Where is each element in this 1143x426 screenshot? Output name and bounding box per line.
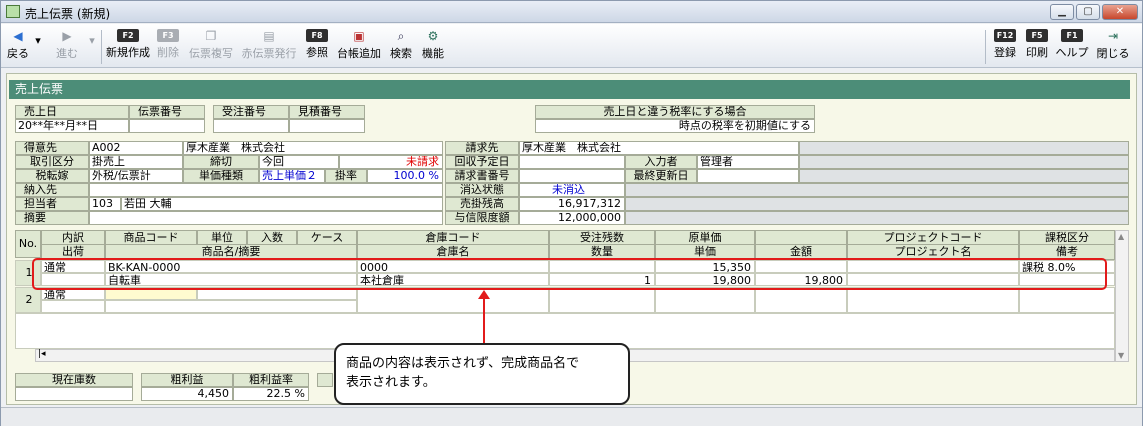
slip-number-input[interactable] xyxy=(129,119,205,133)
delivery-input[interactable] xyxy=(89,183,443,197)
invoice-number xyxy=(519,169,625,183)
tax-rate-select[interactable]: 時点の税率を初期値にする xyxy=(535,119,815,133)
last-updated xyxy=(697,169,799,183)
search-button[interactable]: ⌕ 検索 xyxy=(387,26,415,66)
callout-line-1: 商品の内容は表示されず、完成商品名で xyxy=(346,356,580,371)
staff-label[interactable]: 担当者 xyxy=(15,197,89,211)
credit-limit-value: 12,000,000 xyxy=(519,211,625,225)
title-bar: 売上伝票 (新規) ▁ ▢ ✕ xyxy=(1,1,1142,23)
gross-profit-label: 粗利益 xyxy=(141,373,233,387)
highlight-box xyxy=(32,258,1107,290)
exit-icon: ⇥ xyxy=(1107,29,1119,43)
sales-date-input[interactable]: 20**年**月**日 xyxy=(15,119,129,133)
vertical-scrollbar[interactable]: ▲ ▼ xyxy=(1115,230,1129,362)
section-header: 売上伝票 xyxy=(9,80,1130,99)
app-icon xyxy=(6,5,20,18)
delete-button[interactable]: F3 削除 xyxy=(153,26,183,66)
staff-name: 若田 大輔 xyxy=(121,197,443,211)
delivery-label[interactable]: 納入先 xyxy=(15,183,89,197)
entry-user: 管理者 xyxy=(697,155,799,169)
customer-code-input[interactable]: A002 xyxy=(89,141,183,155)
minimize-button[interactable]: ▁ xyxy=(1050,4,1074,20)
sales-date-label[interactable]: 売上日 xyxy=(15,105,129,119)
estimate-number-label[interactable]: 見積番号 xyxy=(289,105,365,119)
credit-limit-label: 与信限度額 xyxy=(445,211,519,225)
rate-label: 掛率 xyxy=(325,169,367,183)
order-number-label[interactable]: 受注番号 xyxy=(213,105,289,119)
stock-value xyxy=(15,387,133,401)
help-button[interactable]: F1 ヘルプ xyxy=(1055,26,1089,66)
settle-status-label: 消込状態 xyxy=(445,183,519,197)
balance-value: 16,917,312 xyxy=(519,197,625,211)
app-window: 売上伝票 (新規) ▁ ▢ ✕ ◀ 戻る ▾ ▶ 進む ▾ F2 新規作成 F3 削除 … xyxy=(0,0,1143,426)
tax-transfer-label: 税転嫁 xyxy=(15,169,89,183)
invoice-number-label: 請求書番号 xyxy=(445,169,519,183)
copy-slip-button[interactable]: ❐ 伝票複写 xyxy=(187,26,235,66)
callout-line-2: 表示されます。 xyxy=(346,375,436,390)
red-slip-icon: ▤ xyxy=(263,29,275,43)
search-icon: ⌕ xyxy=(397,29,405,43)
toolbar: ◀ 戻る ▾ ▶ 進む ▾ F2 新規作成 F3 削除 ❐ 伝票複写 ▤ 赤伝票発行 F8 参… xyxy=(1,24,1142,68)
back-button[interactable]: ◀ 戻る xyxy=(5,26,31,66)
tax-rate-label: 売上日と違う税率にする場合 xyxy=(535,105,815,119)
customer-label[interactable]: 得意先 xyxy=(15,141,89,155)
arrow-line xyxy=(483,297,485,347)
trade-type-select[interactable]: 掛売上 xyxy=(89,155,183,169)
scroll-left-icon[interactable]: |◂ xyxy=(38,349,46,359)
summary-input[interactable] xyxy=(89,211,443,225)
save-button[interactable]: F12 登録 xyxy=(991,26,1019,66)
back-arrow-icon: ◀ xyxy=(13,29,23,43)
gross-rate-label: 粗利益率 xyxy=(233,373,309,387)
staff-code-input[interactable]: 103 xyxy=(89,197,121,211)
ledger-add-button[interactable]: ▣ 台帳追加 xyxy=(335,26,383,66)
close-button[interactable]: ⇥ 閉じる xyxy=(1093,26,1133,66)
customer-name: 厚木産業 株式会社 xyxy=(183,141,443,155)
closing-label: 締切 xyxy=(183,155,259,169)
copy-icon: ❐ xyxy=(205,29,217,43)
trade-type-label: 取引区分 xyxy=(15,155,89,169)
billing-status: 未請求 xyxy=(339,155,443,169)
ledger-icon: ▣ xyxy=(353,29,365,43)
tax-transfer-select[interactable]: 外税/伝票計 xyxy=(89,169,183,183)
scroll-down-icon[interactable]: ▼ xyxy=(1118,351,1124,360)
callout-note: 商品の内容は表示されず、完成商品名で 表示されます。 xyxy=(334,343,630,405)
last-updated-label: 最終更新日 xyxy=(625,169,697,183)
gross-rate-value: 22.5 % xyxy=(233,387,309,401)
close-window-button[interactable]: ✕ xyxy=(1102,4,1138,20)
new-button[interactable]: F2 新規作成 xyxy=(105,26,151,66)
grid-no-header: No. xyxy=(15,230,41,258)
order-number-input[interactable] xyxy=(213,119,289,133)
stock-label: 現在庫数 xyxy=(15,373,133,387)
scroll-up-icon[interactable]: ▲ xyxy=(1118,232,1124,241)
function-icon: ⚙ xyxy=(427,29,439,43)
billing-name: 厚木産業 株式会社 xyxy=(519,141,799,155)
print-button[interactable]: F5 印刷 xyxy=(1023,26,1051,66)
forward-dropdown[interactable]: ▾ xyxy=(87,34,97,74)
reference-button[interactable]: F8 参照 xyxy=(303,26,331,66)
collection-date-label: 回収予定日 xyxy=(445,155,519,169)
row-number: 2 xyxy=(15,287,41,313)
balance-label: 売掛残高 xyxy=(445,197,519,211)
back-dropdown[interactable]: ▾ xyxy=(33,34,43,74)
forward-button[interactable]: ▶ 進む xyxy=(49,26,85,66)
slip-number-label[interactable]: 伝票番号 xyxy=(129,105,205,119)
gross-profit-value: 4,450 xyxy=(141,387,233,401)
window-title: 売上伝票 (新規) xyxy=(25,7,111,21)
estimate-number-input[interactable] xyxy=(289,119,365,133)
rate-input[interactable]: 100.0 % xyxy=(367,169,443,183)
function-button[interactable]: ⚙ 機能 xyxy=(419,26,447,66)
collection-date-input[interactable] xyxy=(519,155,625,169)
settle-status: 未消込 xyxy=(519,183,625,197)
price-type-label: 単価種類 xyxy=(183,169,259,183)
closing-select[interactable]: 今回 xyxy=(259,155,339,169)
red-slip-button[interactable]: ▤ 赤伝票発行 xyxy=(239,26,299,66)
forward-arrow-icon: ▶ xyxy=(62,29,72,43)
billing-label: 請求先 xyxy=(445,141,519,155)
price-type-select[interactable]: 売上単価２ xyxy=(259,169,325,183)
status-bar xyxy=(1,407,1142,426)
entry-user-label: 入力者 xyxy=(625,155,697,169)
summary-label[interactable]: 摘要 xyxy=(15,211,89,225)
maximize-button[interactable]: ▢ xyxy=(1076,4,1100,20)
